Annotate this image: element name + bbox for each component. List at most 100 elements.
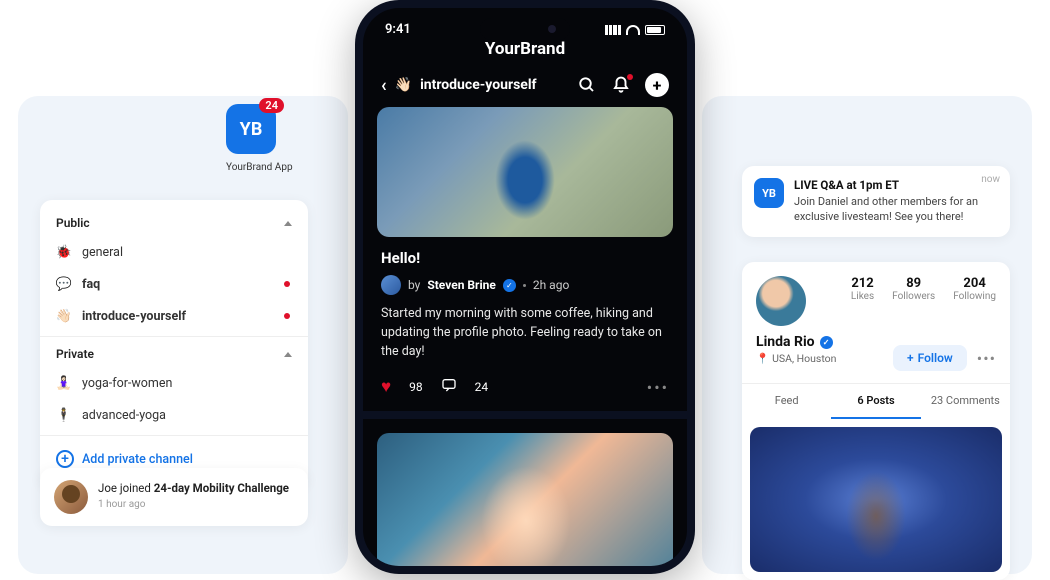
bell-dot [627,74,633,80]
channel-advanced-yoga[interactable]: 🕴️ advanced-yoga [40,399,308,431]
plus-icon: + [907,351,914,365]
bell-icon[interactable] [611,75,631,95]
search-icon[interactable] [577,75,597,95]
phone-frame: 9:41 YourBrand ‹ 👋🏻introduce-yourself + … [355,0,695,574]
post-image-2[interactable] [377,433,673,566]
author-avatar[interactable] [381,275,401,295]
stat-num: 212 [851,276,874,291]
phone-header: ‹ 👋🏻 introduce-yourself + [363,59,687,107]
person-icon: 🕴️ [56,407,72,423]
activity-prefix: Joe joined [98,481,154,495]
channel-faq[interactable]: 💬 faq [40,268,308,300]
notification-card[interactable]: YB LIVE Q&A at 1pm ET Join Daniel and ot… [742,166,1010,237]
profile-top: 212 Likes 89 Followers 204 Following [742,262,1010,326]
comment-icon[interactable] [441,377,457,397]
stat-label: Following [953,291,996,302]
notif-time: now [981,174,1000,185]
channel-label: yoga-for-women [82,376,172,391]
channel-label: general [82,245,123,260]
stat-followers[interactable]: 89 Followers [892,276,935,326]
profile-stats: 212 Likes 89 Followers 204 Following [822,276,996,326]
section-private[interactable]: Private [40,341,308,367]
activity-card[interactable]: Joe joined 24-day Mobility Challenge 1 h… [40,468,308,526]
app-icon-block: YB 24 YourBrand App [226,104,293,173]
tab-posts[interactable]: 6 Posts [831,384,920,419]
unread-dot [284,281,290,287]
comment-count: 24 [475,380,489,394]
channel-label: advanced-yoga [82,408,166,423]
post-actions: ♥ 98 24 ••• [377,375,673,411]
divider [40,435,308,436]
channel-introduce-yourself[interactable]: 👋🏻 introduce-yourself [40,300,308,332]
chevron-up-icon [284,221,292,226]
post-meta: by Steven Brine ✓ 2h ago [377,275,673,295]
stat-likes[interactable]: 212 Likes [851,276,874,326]
stat-num: 89 [892,276,935,291]
channels-card: Public 🐞 general 💬 faq 👋🏻 introduce-your… [40,200,308,488]
profile-avatar[interactable] [756,276,806,326]
add-label: Add private channel [82,452,193,467]
phone-screen: 9:41 YourBrand ‹ 👋🏻introduce-yourself + … [363,8,687,566]
yoga-icon: 🧘🏻‍♀️ [56,375,72,391]
more-icon[interactable]: ••• [647,378,669,397]
by-label: by [408,278,420,292]
bug-icon: 🐞 [56,244,72,260]
more-icon[interactable]: ••• [977,349,996,368]
app-icon-text: YB [240,119,263,140]
header-left[interactable]: ‹ 👋🏻 introduce-yourself [381,75,537,96]
stat-label: Likes [851,291,874,302]
heart-icon[interactable]: ♥ [381,377,391,397]
section-public[interactable]: Public [40,210,308,236]
notif-text: Join Daniel and other members for an exc… [794,194,998,225]
post-image[interactable] [377,107,673,237]
back-icon[interactable]: ‹ [381,75,387,96]
post-body: Started my morning with some coffee, hik… [377,295,673,375]
activity-challenge: 24-day Mobility Challenge [154,481,289,495]
channel-yoga-for-women[interactable]: 🧘🏻‍♀️ yoga-for-women [40,367,308,399]
avatar [54,480,88,514]
battery-icon [645,25,665,35]
author-name[interactable]: Steven Brine [427,278,495,292]
profile-card: 212 Likes 89 Followers 204 Following Lin… [742,262,1010,580]
notif-body: LIVE Q&A at 1pm ET Join Daniel and other… [794,178,998,225]
dot [523,284,526,287]
stat-label: Followers [892,291,935,302]
section-private-label: Private [56,347,94,361]
channel-general[interactable]: 🐞 general [40,236,308,268]
tab-comments[interactable]: 23 Comments [921,384,1010,419]
channel-label: introduce-yourself [82,309,186,324]
channel-label: faq [82,277,100,292]
wave-icon: 👋🏻 [56,308,72,324]
brand-title: YourBrand [363,39,687,59]
follow-label: Follow [918,351,953,365]
app-icon[interactable]: YB 24 [226,104,276,154]
chat-icon: 💬 [56,276,72,292]
notif-title: LIVE Q&A at 1pm ET [794,178,998,192]
app-badge: 24 [259,98,284,113]
stat-following[interactable]: 204 Following [953,276,996,326]
signal-icon [605,25,621,35]
tab-feed[interactable]: Feed [742,384,831,419]
app-label: YourBrand App [226,162,293,173]
verified-icon: ✓ [503,279,516,292]
post-title: Hello! [381,249,669,267]
wifi-icon [626,25,640,35]
profile-media[interactable] [750,427,1002,572]
post-time: 2h ago [533,278,569,292]
feed: Hello! by Steven Brine ✓ 2h ago Started … [363,107,687,566]
unread-dot [284,313,290,319]
profile-name[interactable]: Linda Rio [756,334,815,350]
chevron-up-icon [284,352,292,357]
plus-circle-icon: + [56,450,74,468]
status-icons [605,25,665,35]
section-public-label: Public [56,216,90,230]
add-button[interactable]: + [645,73,669,97]
channel-emoji: 👋🏻 [395,77,412,93]
verified-icon: ✓ [820,336,833,349]
stat-num: 204 [953,276,996,291]
channel-name: introduce-yourself [420,77,537,93]
like-count: 98 [409,380,423,394]
follow-button[interactable]: + Follow [893,345,967,371]
notif-app-icon: YB [754,178,784,208]
location-text: USA, Houston [772,352,836,365]
